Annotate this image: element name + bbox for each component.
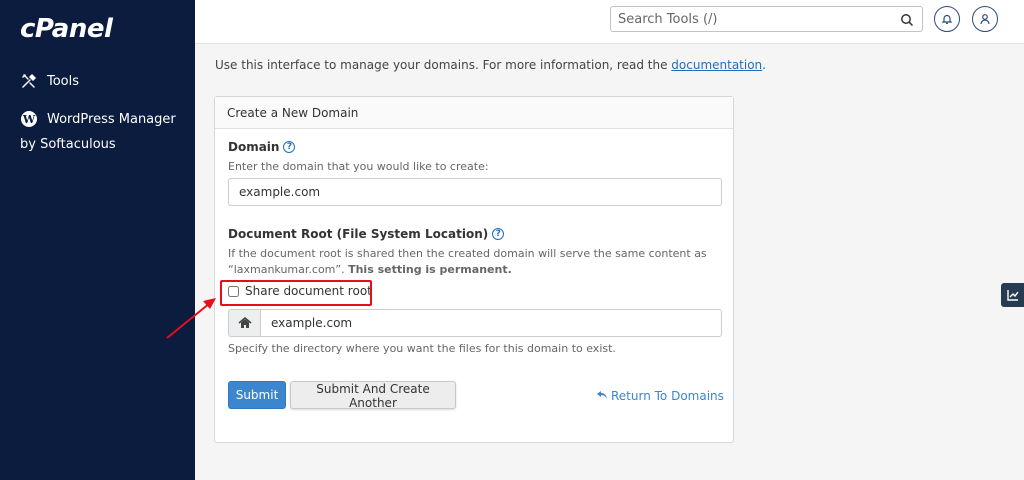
chart-tab-button[interactable] <box>1001 283 1024 307</box>
red-arrow-annotation <box>166 298 216 339</box>
chart-icon <box>1006 286 1019 305</box>
